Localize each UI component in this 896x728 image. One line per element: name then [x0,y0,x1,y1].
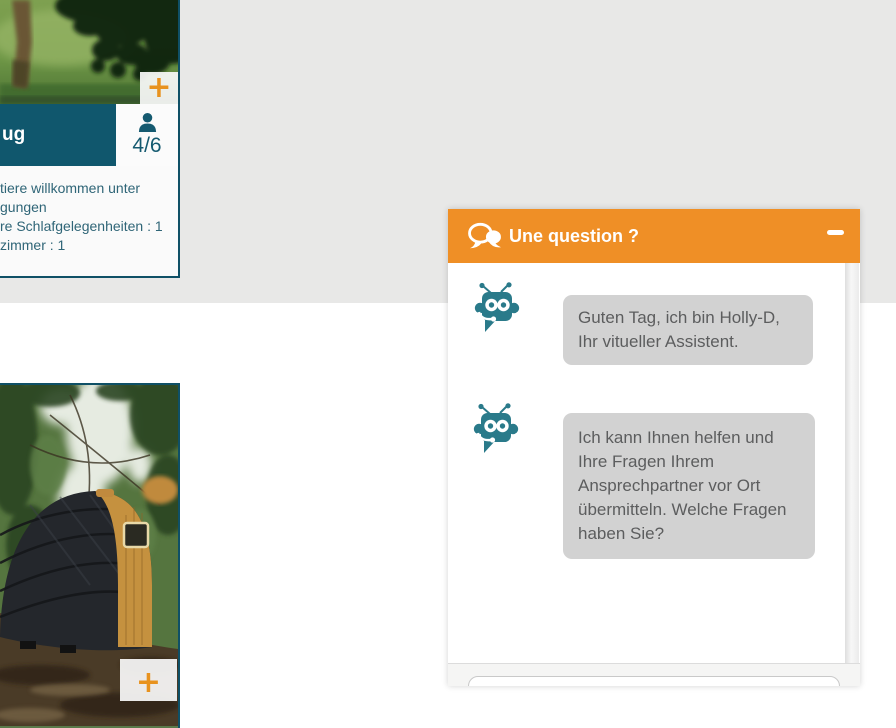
chat-message-input[interactable] [468,676,840,686]
chat-header[interactable]: Une question ? [448,209,860,263]
chat-scrollbar[interactable] [845,263,859,663]
listing-photo-pod: + [0,385,178,726]
chat-message-area: Guten Tag, ich bin Holly-D, Ihr vituelle… [448,263,860,663]
minus-icon [827,230,844,235]
capacity-value: 4/6 [132,134,161,158]
plus-icon: + [146,74,171,102]
chat-title: Une question ? [509,226,639,247]
chat-minimize-button[interactable] [823,223,847,241]
chat-input-bar [448,663,860,686]
robot-avatar [473,282,520,334]
add-listing-button-2[interactable]: + [120,659,177,701]
chat-widget: Une question ? [448,209,860,686]
listing-description: tiere willkommen unter gungen re Schlafg… [0,166,178,255]
robot-icon [472,403,519,455]
listing-title: ug [2,124,25,146]
robot-icon [473,282,520,334]
person-icon [137,112,158,133]
robot-avatar [472,403,519,455]
speech-bubbles-icon [466,221,504,251]
description-line: zimmer : 1 [0,236,174,255]
chat-message: Guten Tag, ich bin Holly-D, Ihr vituelle… [563,295,813,365]
plus-icon: + [136,669,161,697]
listing-photo-lawn: + [0,0,178,104]
description-line: gungen [0,198,174,217]
listing-title-bar: ug [0,104,116,166]
add-listing-button[interactable]: + [140,72,178,104]
description-line: re Schlafgelegenheiten : 1 [0,217,174,236]
description-line: tiere willkommen unter [0,179,174,198]
listing-card-2[interactable]: + [0,383,180,728]
listing-header-row: ug 4/6 [0,104,178,166]
capacity-badge: 4/6 [116,104,178,166]
chat-message: Ich kann Ihnen helfen und Ihre Fragen Ih… [563,413,815,559]
listing-card-1[interactable]: + ug 4/6 tiere willkommen unter gungen r… [0,0,180,278]
